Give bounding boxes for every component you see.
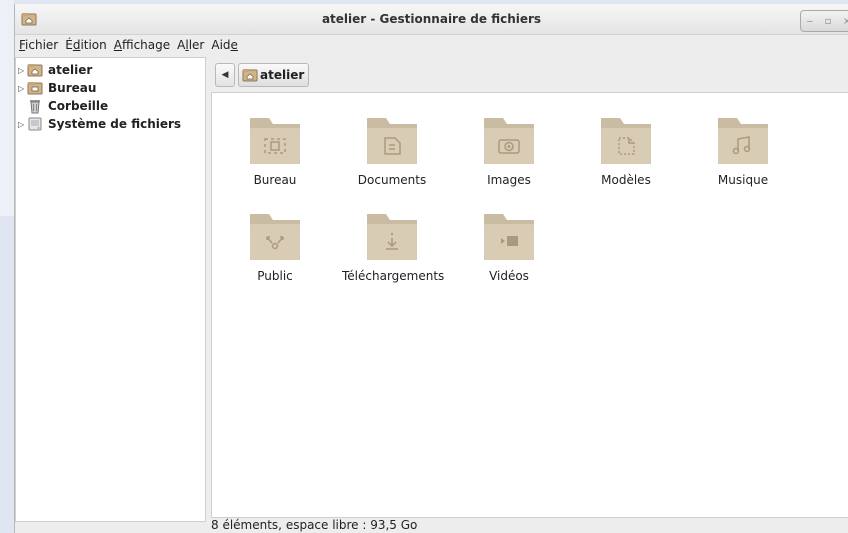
sidebar-item-atelier[interactable]: ▷ atelier [18,61,92,79]
folder-icon [484,214,534,260]
sidebar-item-corbeille[interactable]: Corbeille [18,97,108,115]
folder-label: Documents [357,173,427,187]
folder-item-videos[interactable]: Vidéos [459,211,559,283]
expander-arrow-icon[interactable]: ▷ [18,66,27,75]
back-arrow-icon: ◀ [221,70,229,80]
folder-label: Images [487,173,531,187]
home-folder-icon [242,67,258,83]
expander-arrow-icon[interactable]: ▷ [18,84,27,93]
sidebar-item-label: Bureau [48,81,97,95]
folder-icon [601,118,651,164]
minimize-button[interactable]: ‒ [807,16,813,27]
trash-icon [27,98,43,114]
folder-label: Modèles [601,173,651,187]
sidebar-item-label: Système de fichiers [48,117,182,131]
maximize-button[interactable]: ▫ [825,16,832,27]
folder-icon [250,214,300,260]
folder-label: Téléchargements [342,269,445,283]
folder-item-documents[interactable]: Documents [342,115,442,187]
close-button[interactable]: × [843,16,848,27]
folder-icon [718,118,768,164]
desktop-folder-icon [27,80,43,96]
window-title: atelier - Gestionnaire de fichiers [321,12,542,26]
home-folder-icon [27,62,43,78]
folder-item-modeles[interactable]: Modèles [576,115,676,187]
status-bar: 8 éléments, espace libre : 93,5 Go [211,518,418,532]
sidebar-item-label: atelier [48,63,93,77]
folder-item-telechargements[interactable]: Téléchargements [342,211,445,283]
folder-icon [367,214,417,260]
sidebar-item-label: Corbeille [48,99,109,113]
folder-label: Vidéos [489,269,529,283]
folder-icon [250,118,300,164]
desktop-background [0,0,14,216]
menu-affichage[interactable]: Affichage [114,38,170,52]
window-controls: ‒ ▫ × [800,10,848,32]
menu-bar: Fichier Édition Affichage Aller Aide [15,35,848,55]
path-bar: ◀ atelier [211,62,310,88]
sidebar-item-bureau[interactable]: ▷ Bureau [18,79,96,97]
folder-item-public[interactable]: Public [225,211,325,283]
menu-aide[interactable]: Aide [211,38,238,52]
path-back-button[interactable]: ◀ [215,63,235,87]
file-view: Bureau Documents Images Modèles Musique … [211,92,848,518]
breadcrumb-atelier[interactable]: atelier [238,63,310,87]
menu-aller[interactable]: Aller [177,38,204,52]
folder-item-bureau[interactable]: Bureau [225,115,325,187]
folder-label: Bureau [253,173,297,187]
sidebar-item-systeme-de-fichiers[interactable]: ▷ Système de fichiers [18,115,181,133]
folder-label: Musique [717,173,769,187]
folder-icon [367,118,417,164]
folder-item-musique[interactable]: Musique [693,115,793,187]
folder-item-images[interactable]: Images [459,115,559,187]
file-manager-window: atelier - Gestionnaire de fichiers ‒ ▫ ×… [14,4,848,533]
drive-icon [27,116,43,132]
folder-icon [484,118,534,164]
breadcrumb-label: atelier [260,68,305,82]
menu-fichier[interactable]: Fichier [19,38,58,52]
expander-arrow-icon[interactable]: ▷ [18,120,27,129]
title-bar[interactable]: atelier - Gestionnaire de fichiers ‒ ▫ × [15,4,848,35]
sidebar-tree: ▷ atelier ▷ Bureau Corbeille ▷ Système d… [15,57,206,522]
folder-label: Public [257,269,293,283]
menu-edition[interactable]: Édition [65,38,107,52]
